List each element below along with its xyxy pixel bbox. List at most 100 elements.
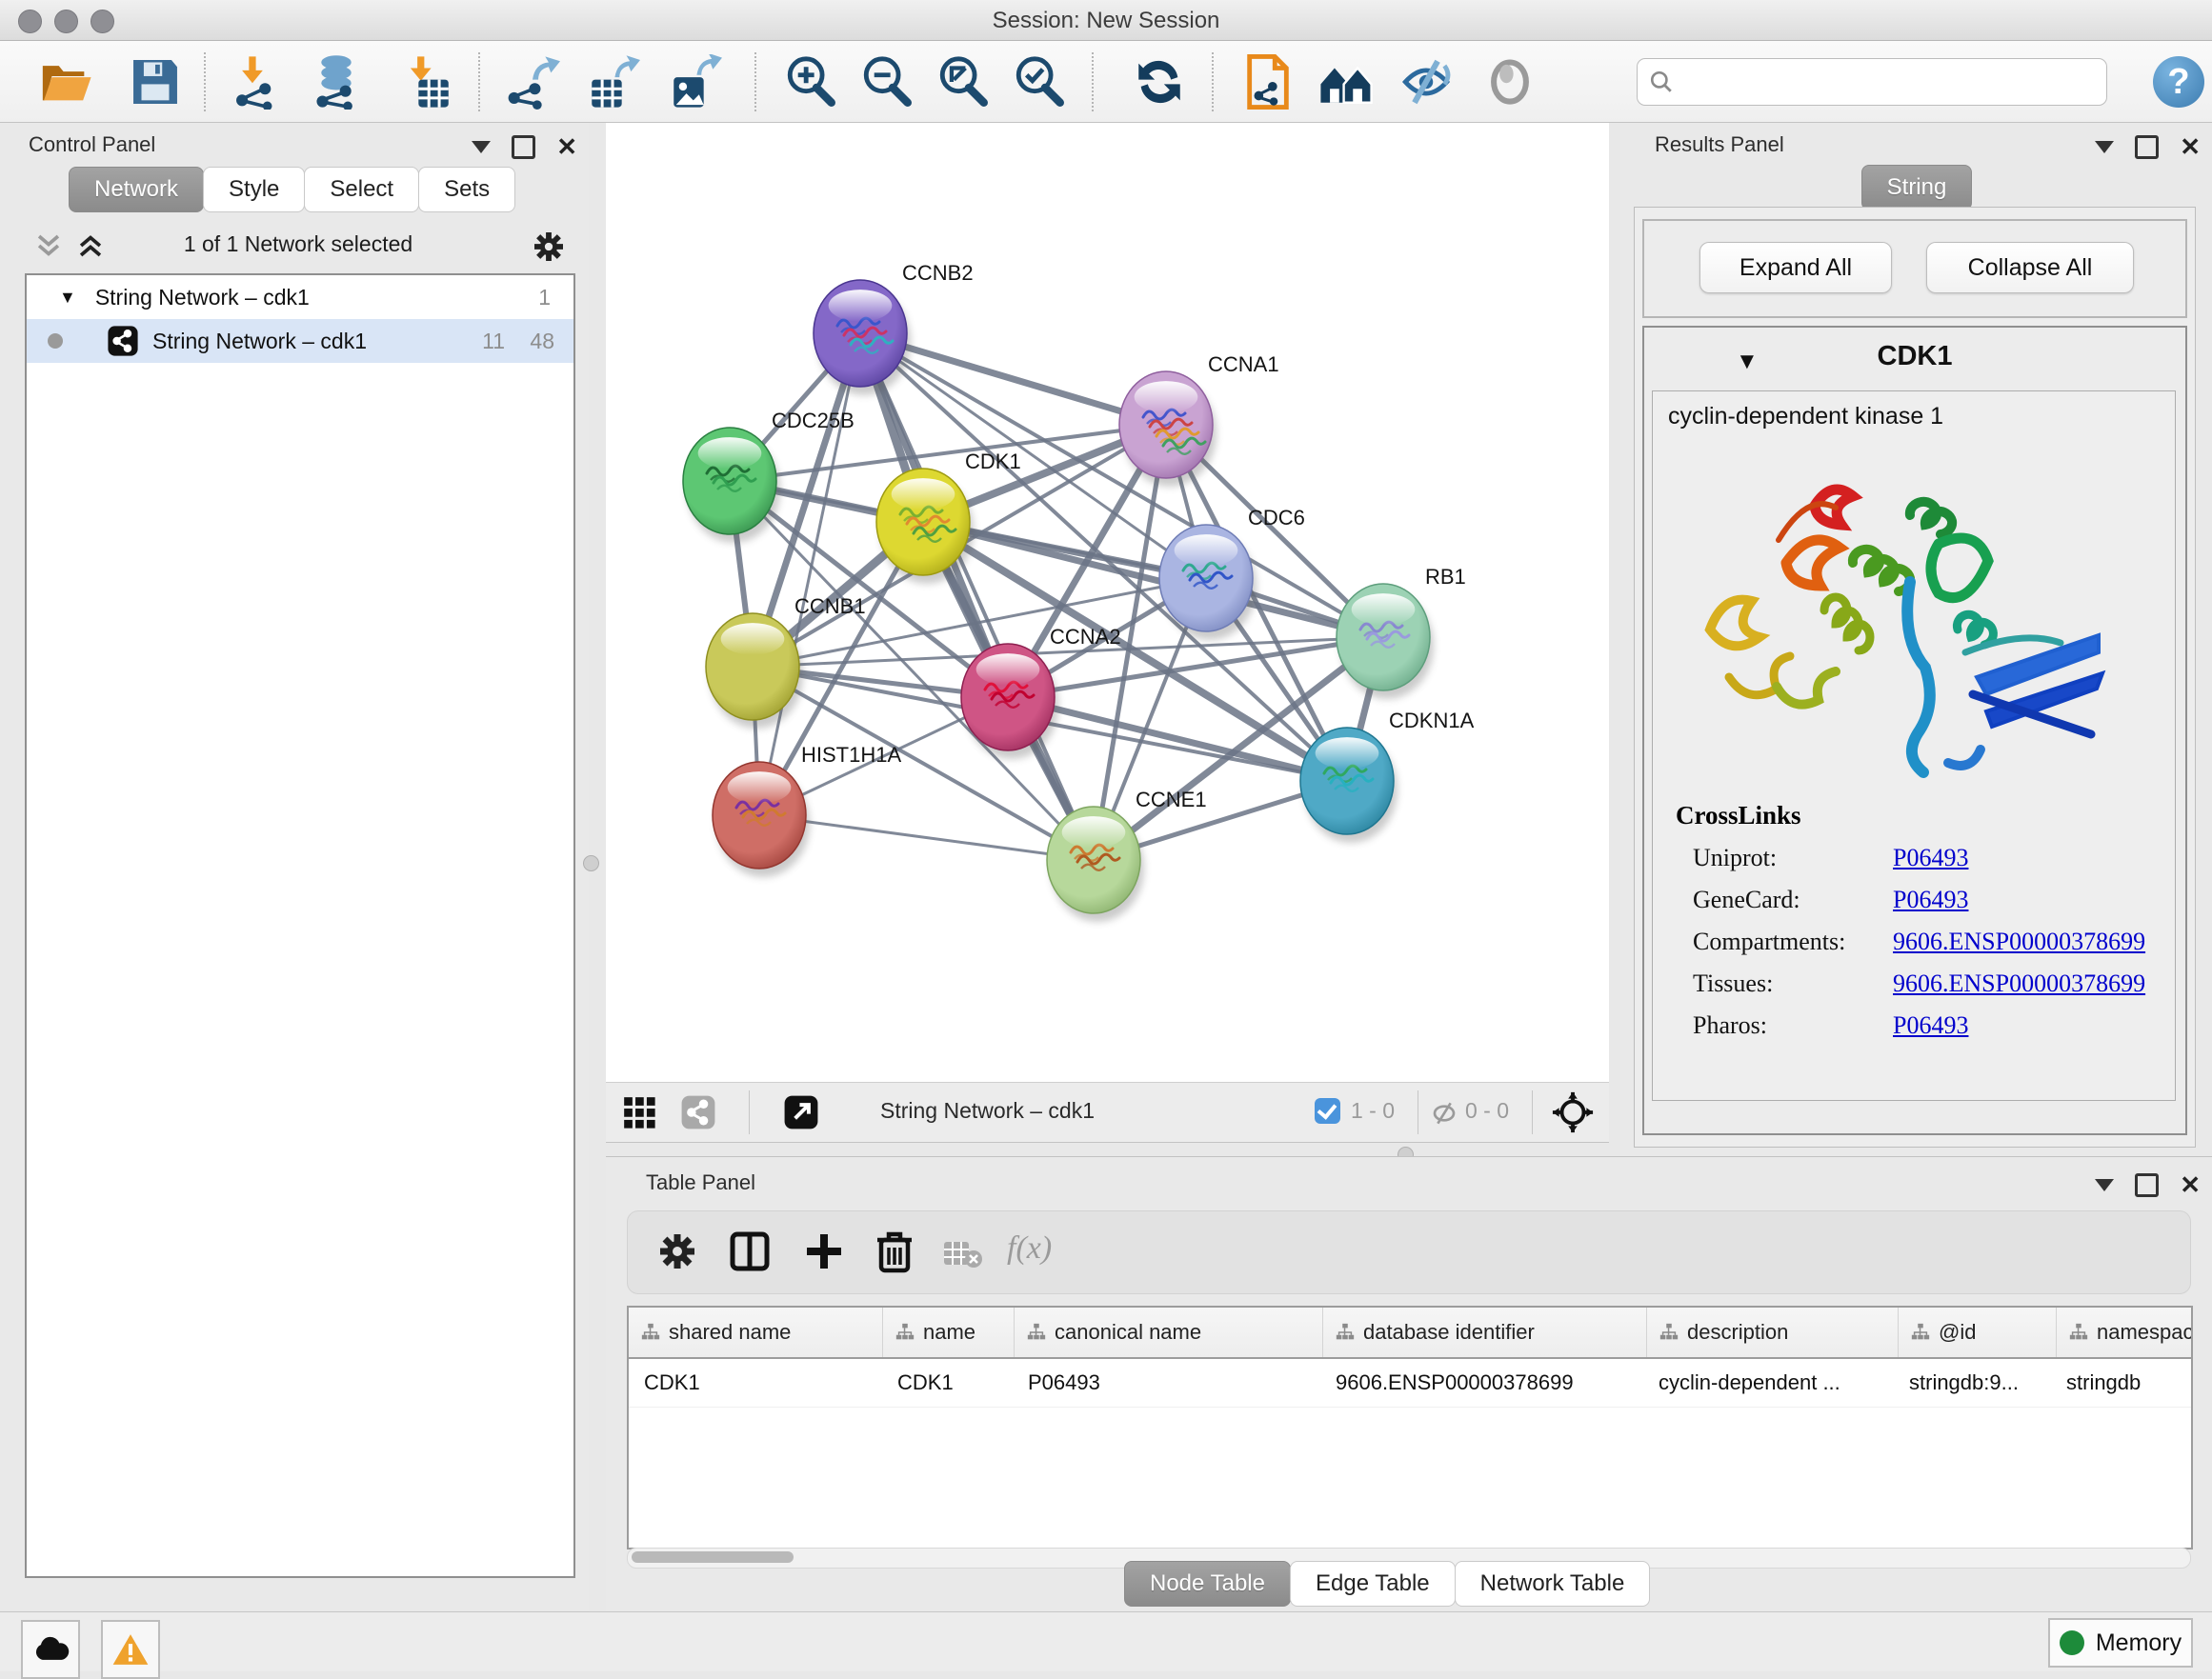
add-column-icon[interactable] <box>801 1229 847 1274</box>
node-CCNA1[interactable] <box>1119 371 1217 487</box>
export-network-icon[interactable] <box>505 54 560 110</box>
column-header-namespace[interactable]: namespace <box>2057 1308 2193 1357</box>
hidden-count: 0 - 0 <box>1465 1098 1509 1124</box>
share-document-icon[interactable] <box>1240 54 1296 110</box>
column-header-@id[interactable]: @id <box>1899 1308 2057 1357</box>
zoom-fit-icon[interactable] <box>935 54 991 110</box>
table-settings-gear-icon[interactable] <box>654 1229 700 1274</box>
panel-close-icon[interactable]: ✕ <box>2180 138 2201 156</box>
column-header-canonical-name[interactable]: canonical name <box>1015 1308 1323 1357</box>
node-CDKN1A[interactable] <box>1300 728 1398 843</box>
tab-edge-table[interactable]: Edge Table <box>1290 1561 1456 1607</box>
tab-network-table[interactable]: Network Table <box>1455 1561 1651 1607</box>
delete-column-trash-icon[interactable] <box>872 1229 917 1274</box>
window-title: Session: New Session <box>0 8 2212 34</box>
table-panel-title: Table Panel <box>646 1170 755 1195</box>
node-CCNA2[interactable] <box>961 644 1058 759</box>
gene-card: ▼ CDK1 cyclin-dependent kinase 1 <box>1642 326 2187 1135</box>
hide-unhide-icon[interactable] <box>1398 54 1454 110</box>
network-view-icon[interactable] <box>680 1094 716 1130</box>
network-canvas[interactable]: CCNB2CCNA1CDC25BCDK1CDC6RB1CCNB1CCNA2CDK… <box>606 123 1609 1082</box>
search-input[interactable] <box>1681 63 2095 101</box>
zoom-in-icon[interactable] <box>783 54 838 110</box>
import-table-icon[interactable] <box>400 54 455 110</box>
crosslink-link[interactable]: 9606.ENSP00000378699 <box>1893 969 2145 998</box>
panel-menu-icon[interactable] <box>2095 141 2114 153</box>
help-button[interactable]: ? <box>2153 56 2204 108</box>
delete-table-icon[interactable] <box>942 1238 984 1270</box>
node-RB1[interactable] <box>1337 584 1434 699</box>
refresh-icon[interactable] <box>1132 54 1187 110</box>
edge-CCNB2-CCNE1[interactable] <box>860 333 1094 860</box>
open-session-icon[interactable] <box>38 54 93 110</box>
crosslinks-section: CrossLinks Uniprot:P06493GeneCard:P06493… <box>1676 801 2145 1040</box>
tab-sets[interactable]: Sets <box>418 167 515 212</box>
tree-expander-icon[interactable]: ▼ <box>59 288 76 308</box>
panel-close-icon[interactable]: ✕ <box>556 138 577 156</box>
table-cell: cyclin-dependent ... <box>1643 1359 1894 1407</box>
import-database-icon[interactable] <box>309 54 364 110</box>
crosslink-row: GeneCard:P06493 <box>1676 886 2145 914</box>
toolbar-separator <box>754 52 756 111</box>
import-network-icon[interactable] <box>231 54 286 110</box>
crosslink-link[interactable]: 9606.ENSP00000378699 <box>1893 928 2145 956</box>
expand-all-button[interactable]: Expand All <box>1699 242 1892 293</box>
node-CDK1[interactable] <box>876 469 974 584</box>
results-panel-title: Results Panel <box>1655 132 1784 157</box>
zoom-selected-icon[interactable] <box>1012 54 1067 110</box>
string-results-container: Expand All Collapse All ▼ CDK1 cyclin-de… <box>1634 207 2196 1148</box>
network-collection-row[interactable]: ▼ String Network – cdk1 1 <box>27 275 573 319</box>
results-buttons-box: Expand All Collapse All <box>1642 219 2187 318</box>
crosslink-label: GeneCard: <box>1676 886 1893 914</box>
gear-icon[interactable] <box>530 228 568 266</box>
zoom-out-icon[interactable] <box>859 54 915 110</box>
node-CCNB2[interactable] <box>814 280 911 395</box>
panel-float-icon[interactable] <box>2135 1173 2159 1197</box>
birds-eye-view-icon[interactable] <box>1551 1090 1595 1134</box>
search-icon <box>1649 70 1674 94</box>
crosslink-link[interactable]: P06493 <box>1893 844 1968 872</box>
panel-float-icon[interactable] <box>512 135 535 159</box>
tab-string[interactable]: String <box>1861 165 1973 210</box>
left-splitter-handle[interactable] <box>583 855 599 871</box>
function-builder-icon[interactable]: f(x) <box>1007 1230 1052 1267</box>
gene-card-header[interactable]: ▼ CDK1 <box>1644 328 2185 389</box>
show-columns-icon[interactable] <box>727 1229 773 1274</box>
hidden-items-icon[interactable] <box>1429 1098 1459 1129</box>
tab-select[interactable]: Select <box>304 167 419 212</box>
node-HIST1H1A[interactable] <box>713 762 810 877</box>
open-in-new-window-icon[interactable] <box>783 1094 819 1130</box>
export-table-icon[interactable] <box>585 54 640 110</box>
collapse-all-button[interactable]: Collapse All <box>1926 242 2134 293</box>
node-CCNE1[interactable] <box>1047 807 1144 922</box>
selected-nodes-checkbox[interactable] <box>1315 1098 1340 1124</box>
export-image-icon[interactable] <box>667 54 722 110</box>
grid-view-icon[interactable] <box>621 1094 657 1130</box>
panel-menu-icon[interactable] <box>472 141 491 153</box>
node-count: 11 <box>482 329 505 354</box>
tab-style[interactable]: Style <box>203 167 305 212</box>
crosslink-link[interactable]: P06493 <box>1893 1011 1968 1040</box>
table-row[interactable]: CDK1CDK1P064939606.ENSP00000378699cyclin… <box>629 1359 2191 1408</box>
results-panel: Results Panel ✕ String Expand All Collap… <box>1620 123 2212 1156</box>
tab-network[interactable]: Network <box>69 167 204 212</box>
string-network-graph[interactable]: CCNB2CCNA1CDC25BCDK1CDC6RB1CCNB1CCNA2CDK… <box>606 123 1609 1082</box>
panel-close-icon[interactable]: ✕ <box>2180 1176 2201 1194</box>
node-label-HIST1H1A: HIST1H1A <box>801 743 901 767</box>
crosslink-link[interactable]: P06493 <box>1893 886 1968 914</box>
column-header-name[interactable]: name <box>883 1308 1015 1357</box>
node-CDC25B[interactable] <box>683 428 780 543</box>
column-header-description[interactable]: description <box>1647 1308 1899 1357</box>
panel-float-icon[interactable] <box>2135 135 2159 159</box>
column-header-database-identifier[interactable]: database identifier <box>1323 1308 1647 1357</box>
save-session-icon[interactable] <box>128 54 183 110</box>
scrollbar-thumb[interactable] <box>632 1551 794 1563</box>
network-row[interactable]: String Network – cdk1 11 48 <box>27 319 573 363</box>
eye-icon[interactable] <box>1482 54 1538 110</box>
home-icon[interactable] <box>1318 54 1374 110</box>
tab-node-table[interactable]: Node Table <box>1124 1561 1291 1607</box>
column-header-shared-name[interactable]: shared name <box>629 1308 883 1357</box>
memory-button[interactable]: Memory <box>2048 1618 2193 1668</box>
panel-menu-icon[interactable] <box>2095 1179 2114 1191</box>
right-splitter[interactable] <box>1609 123 1620 1156</box>
